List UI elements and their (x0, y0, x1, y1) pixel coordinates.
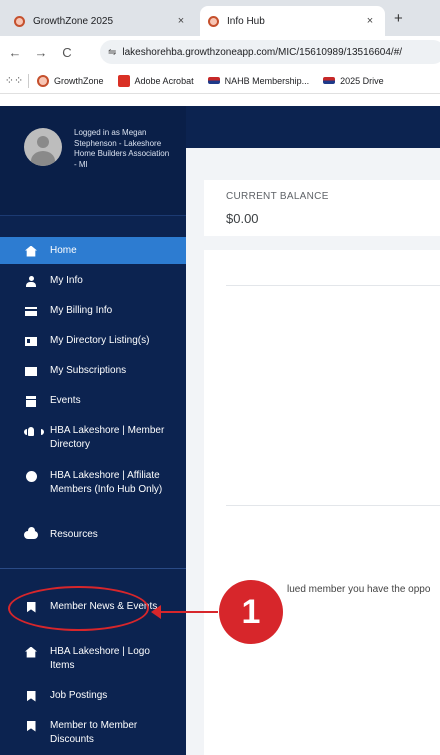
new-tab-button[interactable]: + (394, 10, 403, 27)
bookmark-nahb-membership[interactable]: NAHB Membership... (207, 75, 310, 86)
bookmark-growthzone[interactable]: GrowthZone (37, 74, 104, 87)
sidebar-item-label: My Billing Info (50, 305, 113, 316)
content-divider (226, 505, 440, 506)
url-text: lakeshorehba.growthzoneapp.com/MIC/15610… (122, 46, 403, 58)
bookmark-icon (24, 689, 38, 703)
tab-title: GrowthZone 2025 (33, 15, 114, 27)
bookmark-label: NAHB Membership... (224, 75, 310, 86)
sidebar-item-label: HBA Lakeshore | Member Directory (50, 425, 165, 450)
bookmark-2025-drive[interactable]: 2025 Drive (323, 76, 384, 86)
envelope-icon (24, 364, 38, 378)
id-card-icon (24, 334, 38, 348)
sidebar-item-label: My Directory Listing(s) (50, 335, 150, 346)
sidebar-item-label: Job Postings (50, 690, 108, 701)
address-bar-row: ← → C ⇋ lakeshorehba.growthzoneapp.com/M… (0, 36, 440, 68)
cloud-icon (24, 527, 38, 542)
home-icon (24, 244, 38, 258)
browser-tab-bar: GrowthZone 2025 × Info Hub × + (0, 0, 440, 36)
user-icon (24, 274, 38, 288)
main-card: lued member you have the oppo (204, 250, 440, 755)
highlight-ellipse (8, 586, 149, 631)
circle-icon (24, 469, 38, 483)
acrobat-icon (117, 74, 130, 87)
tab-title: Info Hub (227, 15, 265, 27)
sidebar-item-label: My Subscriptions (50, 365, 127, 376)
tab-close-icon[interactable]: × (172, 15, 190, 27)
growthzone-icon (37, 74, 49, 87)
sidebar-item-label: Home (50, 245, 77, 256)
balance-value: $0.00 (226, 211, 259, 226)
url-input[interactable]: ⇋ lakeshorehba.growthzoneapp.com/MIC/156… (100, 40, 440, 64)
users-icon (24, 424, 44, 438)
balance-card: CURRENT BALANCE $0.00 (204, 180, 440, 236)
sidebar-item-label: Resources (50, 529, 98, 540)
sidebar-item-label: HBA Lakeshore | Logo Items (50, 646, 150, 671)
welcome-text: lued member you have the oppo (287, 584, 431, 595)
sidebar-divider (0, 568, 186, 569)
sidebar-item-label: Events (50, 395, 81, 406)
nahb-icon (207, 77, 220, 84)
nahb-icon (323, 77, 336, 84)
sidebar-item-label: My Info (50, 275, 83, 286)
arrow-left-icon (151, 605, 161, 619)
step-number-badge: 1 (219, 580, 283, 644)
bookmark-icon (24, 719, 38, 733)
sidebar-item-label: Member to Member Discounts (50, 720, 138, 745)
reload-button[interactable]: C (56, 45, 78, 60)
back-button[interactable]: ← (4, 45, 26, 60)
bookmarks-divider (28, 73, 29, 88)
tab-close-icon[interactable]: × (361, 15, 379, 27)
logged-in-text: Logged in as Megan Stephenson - Lakeshor… (74, 128, 170, 169)
balance-label: CURRENT BALANCE (226, 191, 329, 202)
top-header-band (186, 106, 440, 148)
content-divider (226, 285, 440, 286)
bookmarks-bar: ⁘⁘ GrowthZone Adobe Acrobat NAHB Members… (0, 68, 440, 94)
apps-grid-icon[interactable]: ⁘⁘ (0, 74, 28, 87)
bookmark-label: 2025 Drive (340, 75, 384, 86)
forward-button[interactable]: → (30, 45, 52, 60)
bookmark-adobe-acrobat[interactable]: Adobe Acrobat (117, 74, 194, 87)
calendar-icon (24, 394, 38, 408)
profile-section: Logged in as Megan Stephenson - Lakeshor… (0, 106, 186, 216)
house-icon (24, 645, 38, 659)
browser-tab-growthzone[interactable]: GrowthZone 2025 × (6, 6, 196, 36)
site-settings-icon[interactable]: ⇋ (108, 47, 116, 58)
avatar[interactable] (24, 128, 62, 166)
browser-tab-info-hub[interactable]: Info Hub × (200, 6, 385, 36)
callout-arrow-line (160, 611, 218, 613)
growthzone-favicon-icon (208, 15, 219, 27)
bookmark-label: Adobe Acrobat (134, 75, 194, 86)
credit-card-icon (24, 304, 38, 318)
sidebar-item-label: HBA Lakeshore | Affiliate Members (Info … (50, 470, 163, 495)
bookmark-label: GrowthZone (54, 75, 104, 86)
growthzone-favicon-icon (14, 15, 25, 27)
